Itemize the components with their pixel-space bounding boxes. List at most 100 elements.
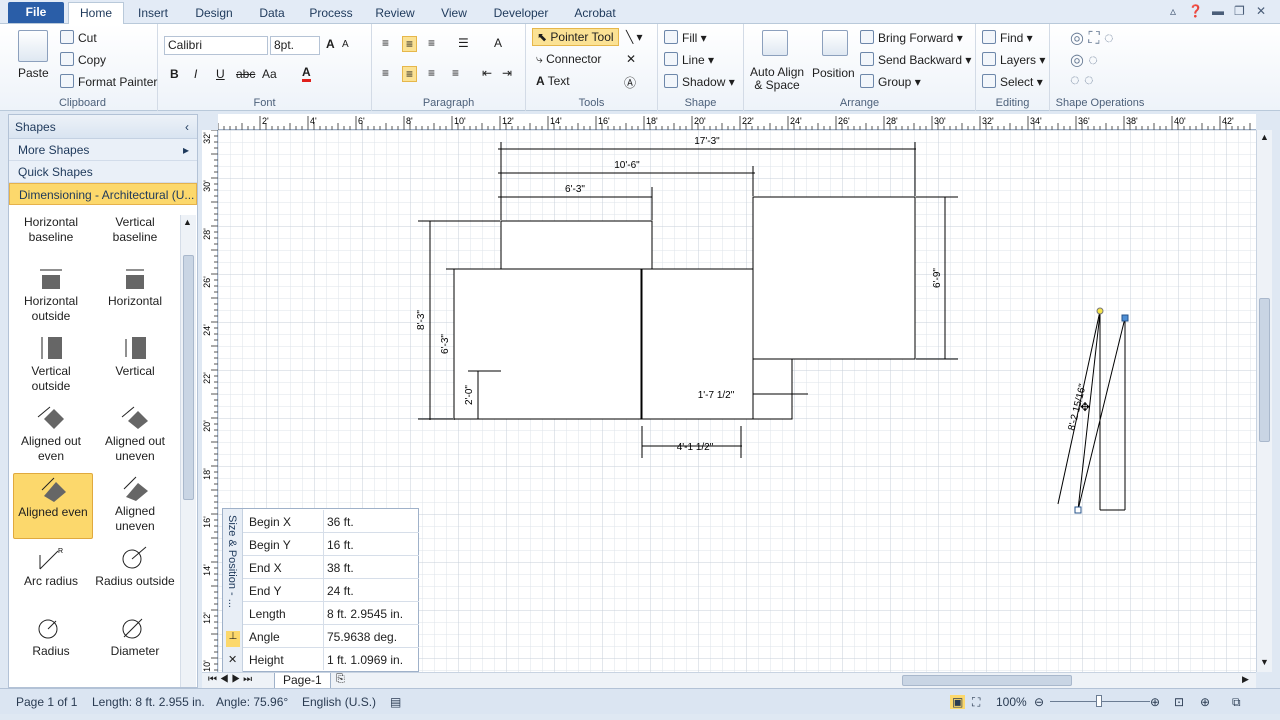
sp-value-field[interactable]: 24 ft.	[323, 579, 419, 601]
fit-page-icon[interactable]: ⊡	[1174, 695, 1184, 709]
paste-button[interactable]: Paste	[18, 66, 49, 80]
canvas-hscroll-thumb[interactable]	[902, 675, 1072, 686]
bullets-button[interactable]: ☰	[458, 36, 469, 50]
font-color-button[interactable]: A	[302, 65, 311, 82]
shape-radius-outside[interactable]: Radius outside	[95, 545, 175, 611]
collapse-panel-icon[interactable]: ‹	[185, 115, 189, 139]
fragment-icon[interactable]: ◌ ◌	[1070, 72, 1093, 90]
tab-process[interactable]: Process	[304, 4, 358, 24]
zoom-slider-thumb[interactable]	[1096, 695, 1102, 707]
shape-aligned-even[interactable]: Aligned even	[13, 473, 93, 539]
select-button[interactable]: Select ▾	[982, 74, 1043, 89]
full-screen-icon[interactable]: ⛶	[972, 695, 980, 710]
text-direction-button[interactable]: A	[494, 36, 502, 50]
connector-button[interactable]: ⤷ Connector	[536, 52, 601, 67]
zoom-level[interactable]: 100%	[996, 695, 1027, 709]
position-button[interactable]: Position	[812, 66, 855, 80]
canvas-scroll-thumb[interactable]	[1259, 298, 1270, 442]
sp-value-field[interactable]: 16 ft.	[323, 533, 419, 555]
tab-acrobat[interactable]: Acrobat	[566, 4, 624, 24]
scroll-up-icon[interactable]: ▲	[1260, 132, 1269, 142]
fill-button[interactable]: Fill ▾	[664, 30, 707, 45]
help-icon[interactable]: ❓	[1188, 4, 1203, 18]
tab-data[interactable]: Data	[252, 4, 292, 24]
dimension-6-3-top[interactable]: 6'-3"	[565, 184, 585, 195]
scroll-right-icon[interactable]: ▶	[1242, 674, 1249, 685]
change-case-button[interactable]: Aa	[262, 67, 277, 81]
shrink-font-button[interactable]: A	[342, 39, 349, 50]
shape-vertical-outside[interactable]: Vertical outside	[11, 335, 91, 401]
shape-aligned-out-uneven[interactable]: Aligned out uneven	[95, 405, 175, 471]
tab-design[interactable]: Design	[188, 4, 240, 24]
pan-zoom-icon[interactable]: ⊕	[1200, 695, 1210, 709]
shape-diameter[interactable]: Diameter	[95, 615, 175, 681]
sp-value-field[interactable]: 1 ft. 1.0969 in.	[323, 648, 419, 670]
bold-button[interactable]: B	[170, 67, 179, 81]
align-left-button[interactable]: ≡	[382, 66, 389, 80]
line-button[interactable]: Line ▾	[664, 52, 714, 67]
connection-point-button[interactable]: ✕	[626, 52, 636, 66]
underline-button[interactable]: U	[216, 67, 225, 81]
dimension-8-3[interactable]: 8'-3"	[416, 310, 427, 330]
line-tool-button[interactable]: ╲ ▾	[626, 30, 643, 44]
sp-value-field[interactable]: 36 ft.	[323, 510, 419, 532]
strikethrough-button[interactable]: abc	[236, 67, 255, 81]
zoom-out-icon[interactable]: ⊖	[1034, 695, 1044, 709]
increase-indent-button[interactable]: ⇥	[502, 66, 512, 80]
auto-align-button[interactable]: Auto Align & Space	[750, 66, 804, 92]
combine-icon[interactable]: ◎ ◌	[1070, 50, 1098, 70]
dimension-1-7-half[interactable]: 1'-7 1/2"	[698, 390, 735, 401]
file-tab[interactable]: File	[8, 2, 64, 23]
sp-value-field[interactable]: 8 ft. 2.9545 in.	[323, 602, 419, 624]
shape-vertical[interactable]: Vertical	[95, 335, 175, 401]
shapes-scrollbar[interactable]: ▲	[180, 215, 196, 687]
room-rectangle-2[interactable]	[453, 268, 642, 420]
size-position-titlebar[interactable]: Size & Position - ... ⊥ ✕	[223, 509, 243, 673]
bring-forward-button[interactable]: Bring Forward ▾	[860, 30, 963, 45]
minimize-icon[interactable]: ▬	[1212, 4, 1224, 18]
dimension-4-1-half[interactable]: 4'-1 1/2"	[677, 442, 714, 453]
scroll-up-icon[interactable]: ▲	[183, 217, 192, 227]
sp-value-field[interactable]: 75.9638 deg.	[323, 625, 419, 647]
page-nav-icons[interactable]: ⏮ ◀ ▶ ⏭	[208, 674, 252, 685]
shape-aligned-out-even[interactable]: Aligned out even	[11, 405, 91, 471]
stencil-item[interactable]: Dimensioning - Architectural (U...	[9, 183, 197, 205]
shape-radius[interactable]: Radius	[11, 615, 91, 681]
text-tool-button[interactable]: A Text	[536, 74, 570, 88]
font-size-field[interactable]: 8pt.	[270, 36, 320, 55]
tab-review[interactable]: Review	[370, 4, 420, 24]
layers-button[interactable]: Layers ▾	[982, 52, 1045, 67]
canvas-vertical-scrollbar[interactable]: ▲ ▼	[1256, 130, 1272, 672]
dimension-17-3[interactable]: 17'-3"	[694, 136, 720, 147]
shape-aligned-uneven[interactable]: Aligned uneven	[95, 475, 175, 541]
tab-insert[interactable]: Insert	[130, 4, 176, 24]
justify-button[interactable]: ≡	[452, 66, 459, 80]
align-middle-button[interactable]: ≡	[402, 36, 418, 52]
close-icon[interactable]: ✕	[1256, 4, 1266, 18]
scroll-down-icon[interactable]: ▼	[1260, 657, 1269, 667]
restore-icon[interactable]: ❐	[1234, 4, 1245, 18]
collapse-ribbon-icon[interactable]: ▵	[1170, 4, 1176, 18]
switch-windows-icon[interactable]: ⧉	[1232, 695, 1241, 710]
group-button[interactable]: Group ▾	[860, 74, 921, 89]
tab-home[interactable]: Home	[68, 2, 124, 25]
align-bottom-button[interactable]: ≡	[428, 36, 435, 50]
copy-button[interactable]: Copy	[60, 52, 106, 67]
format-painter-button[interactable]: Format Painter	[60, 74, 157, 89]
pointer-tool-button[interactable]: ⬉ Pointer Tool	[532, 28, 619, 46]
normal-view-icon[interactable]: ▣	[950, 695, 966, 709]
shape-horizontal[interactable]: Horizontal	[95, 265, 175, 331]
status-language[interactable]: English (U.S.)	[302, 695, 376, 709]
shadow-button[interactable]: Shadow ▾	[664, 74, 735, 89]
send-backward-button[interactable]: Send Backward ▾	[860, 52, 971, 67]
rotate-text-button[interactable]: Ⓐ	[624, 74, 636, 91]
union-icon[interactable]: ◎ ⛶ ◌	[1070, 28, 1114, 48]
insert-page-icon[interactable]: ⎘	[336, 673, 345, 686]
align-top-button[interactable]: ≡	[382, 36, 389, 50]
shapes-scroll-thumb[interactable]	[183, 255, 194, 500]
more-shapes-item[interactable]: More Shapes ▸	[9, 139, 197, 161]
close-window-icon[interactable]: ✕	[228, 653, 237, 666]
shape-arc-radius[interactable]: R Arc radius	[11, 545, 91, 611]
decrease-indent-button[interactable]: ⇤	[482, 66, 492, 80]
align-right-button[interactable]: ≡	[428, 66, 435, 80]
